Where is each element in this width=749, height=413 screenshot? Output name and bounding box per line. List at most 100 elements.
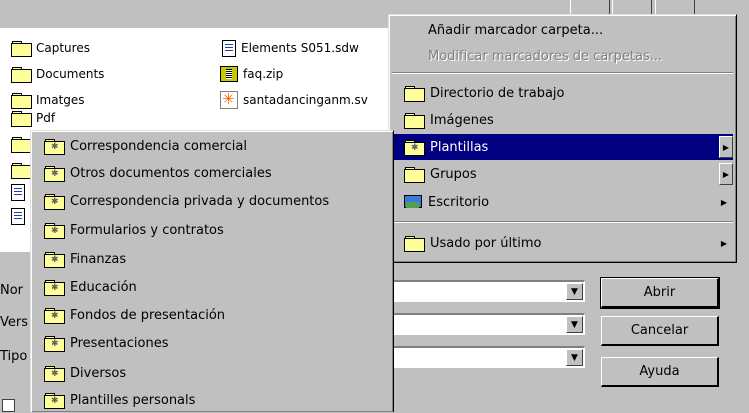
folder-icon bbox=[404, 113, 425, 129]
submenu-item-finances[interactable]: ✱ Finanzas bbox=[44, 246, 126, 272]
templates-submenu: ✱ Correspondencia comercial ✱ Otros docu… bbox=[30, 130, 394, 412]
submenu-item-presentation-backgrounds[interactable]: ✱ Fondos de presentación bbox=[44, 302, 225, 328]
svg-image-icon bbox=[220, 91, 238, 109]
file-type-combo[interactable]: ▼ bbox=[380, 346, 585, 368]
file-name: faq.zip bbox=[243, 67, 284, 81]
submenu-item-label: Fondos de presentación bbox=[70, 307, 226, 323]
submenu-item-miscellaneous[interactable]: ✱ Diversos bbox=[44, 360, 126, 386]
menu-item-label: Añadir marcador carpeta... bbox=[428, 22, 604, 38]
cancel-button-label: Cancelar bbox=[630, 323, 689, 338]
file-name-combo[interactable]: ▼ bbox=[380, 280, 585, 302]
file-item-partial[interactable] bbox=[11, 182, 25, 202]
submenu-item-label: Correspondencia comercial bbox=[70, 138, 247, 154]
version-combo[interactable]: ▼ bbox=[380, 313, 585, 335]
file-name: Elements S051.sdw bbox=[241, 41, 359, 55]
submenu-item-business-correspondence[interactable]: ✱ Correspondencia comercial bbox=[44, 133, 247, 159]
template-folder-icon: ✱ bbox=[44, 223, 65, 239]
menu-item-last-used[interactable]: Usado por último ▶ bbox=[392, 230, 733, 256]
folder-icon bbox=[11, 41, 32, 57]
menu-item-templates[interactable]: ✱ Plantillas ▶ bbox=[392, 134, 733, 160]
menu-item-label: Modificar marcadores de carpetas... bbox=[428, 48, 663, 64]
file-item-partial[interactable] bbox=[11, 160, 32, 180]
menu-item-working-directory[interactable]: Directorio de trabajo bbox=[392, 80, 733, 106]
open-button-label: Abrir bbox=[643, 285, 676, 300]
submenu-item-personal-templates[interactable]: ✱ Plantilles personals bbox=[44, 387, 195, 413]
file-item-imatges[interactable]: Imatges bbox=[11, 90, 85, 110]
file-item-santadancing[interactable]: santadancinganm.sv bbox=[220, 90, 368, 110]
file-name: Documents bbox=[36, 67, 105, 81]
folder-icon bbox=[11, 67, 32, 83]
template-folder-icon: ✱ bbox=[44, 280, 65, 296]
text-document-icon bbox=[11, 207, 25, 225]
template-folder-icon: ✱ bbox=[44, 393, 65, 409]
file-item-elements[interactable]: Elements S051.sdw bbox=[222, 38, 359, 58]
version-label: Vers bbox=[0, 315, 28, 330]
template-folder-icon: ✱ bbox=[44, 166, 65, 182]
submenu-item-label: Educación bbox=[70, 279, 137, 295]
menu-item-label: Imágenes bbox=[430, 112, 494, 128]
menu-item-label: Directorio de trabajo bbox=[430, 85, 565, 101]
submenu-arrow-icon: ▶ bbox=[720, 197, 727, 207]
menu-item-add-bookmark[interactable]: Añadir marcador carpeta... bbox=[392, 17, 733, 43]
file-item-faq-zip[interactable]: faq.zip bbox=[220, 64, 283, 84]
submenu-item-label: Correspondencia privada y documentos bbox=[70, 193, 330, 209]
submenu-item-education[interactable]: ✱ Educación bbox=[44, 274, 137, 300]
file-item-partial[interactable] bbox=[11, 206, 25, 226]
writer-document-icon bbox=[11, 183, 25, 201]
options-checkbox[interactable] bbox=[2, 399, 15, 412]
bookmarks-menu: Añadir marcador carpeta... Modificar mar… bbox=[388, 14, 737, 263]
file-name: Imatges bbox=[36, 93, 85, 107]
submenu-item-other-business-documents[interactable]: ✱ Otros documentos comerciales bbox=[44, 160, 272, 186]
menu-item-label: Plantillas bbox=[430, 139, 489, 155]
help-button-label: Ayuda bbox=[639, 364, 680, 379]
menu-item-desktop[interactable]: Escritorio ▶ bbox=[392, 189, 733, 215]
file-item-partial[interactable] bbox=[11, 134, 32, 154]
template-folder-icon: ✱ bbox=[44, 252, 65, 268]
template-folder-icon: ✱ bbox=[44, 194, 65, 210]
submenu-item-label: Otros documentos comerciales bbox=[70, 165, 272, 181]
menu-separator bbox=[392, 221, 733, 223]
file-name: santadancinganm.sv bbox=[243, 93, 368, 107]
help-button[interactable]: Ayuda bbox=[601, 357, 719, 387]
menu-item-modify-bookmarks: Modificar marcadores de carpetas... bbox=[392, 43, 733, 69]
template-folder-icon: ✱ bbox=[44, 139, 65, 155]
submenu-arrow-icon: ▶ bbox=[720, 238, 727, 248]
menu-separator bbox=[392, 72, 733, 74]
folder-icon bbox=[404, 86, 425, 102]
submenu-item-label: Diversos bbox=[70, 365, 127, 381]
menu-item-groups[interactable]: Grupos ▶ bbox=[392, 161, 733, 187]
chevron-down-icon[interactable]: ▼ bbox=[566, 283, 583, 300]
submenu-item-label: Plantilles personals bbox=[70, 392, 196, 408]
submenu-item-label: Presentaciones bbox=[70, 335, 169, 351]
file-name: Pdf bbox=[36, 111, 56, 125]
chevron-down-icon[interactable]: ▼ bbox=[566, 349, 583, 366]
folder-icon bbox=[11, 163, 32, 179]
menu-item-label: Usado por último bbox=[430, 235, 542, 251]
submenu-item-forms-contracts[interactable]: ✱ Formularios y contratos bbox=[44, 217, 224, 243]
submenu-item-private-correspondence[interactable]: ✱ Correspondencia privada y documentos bbox=[44, 188, 329, 214]
submenu-item-label: Formularios y contratos bbox=[70, 222, 224, 238]
menu-item-label: Escritorio bbox=[428, 194, 490, 210]
open-button[interactable]: Abrir bbox=[600, 277, 720, 309]
file-item-captures[interactable]: Captures bbox=[11, 38, 90, 58]
zip-archive-icon bbox=[220, 66, 238, 82]
chevron-down-icon[interactable]: ▼ bbox=[566, 316, 583, 333]
menu-item-images[interactable]: Imágenes bbox=[392, 107, 733, 133]
template-folder-icon: ✱ bbox=[44, 366, 65, 382]
file-type-label: Tipo bbox=[0, 349, 28, 364]
file-item-pdf[interactable]: Pdf bbox=[11, 108, 55, 128]
cancel-button[interactable]: Cancelar bbox=[601, 316, 719, 346]
folder-icon bbox=[404, 167, 425, 183]
folder-icon bbox=[11, 93, 32, 109]
template-folder-icon: ✱ bbox=[44, 336, 65, 352]
submenu-item-label: Finanzas bbox=[70, 251, 127, 267]
template-folder-icon: ✱ bbox=[44, 308, 65, 324]
file-item-documents[interactable]: Documents bbox=[11, 64, 104, 84]
template-folder-icon: ✱ bbox=[404, 140, 425, 156]
submenu-arrow-icon: ▶ bbox=[719, 163, 733, 185]
file-name-label: Nor bbox=[0, 283, 24, 298]
folder-icon bbox=[11, 111, 32, 127]
submenu-item-presentations[interactable]: ✱ Presentaciones bbox=[44, 330, 168, 356]
file-name: Captures bbox=[36, 41, 90, 55]
text-document-icon bbox=[222, 39, 236, 57]
